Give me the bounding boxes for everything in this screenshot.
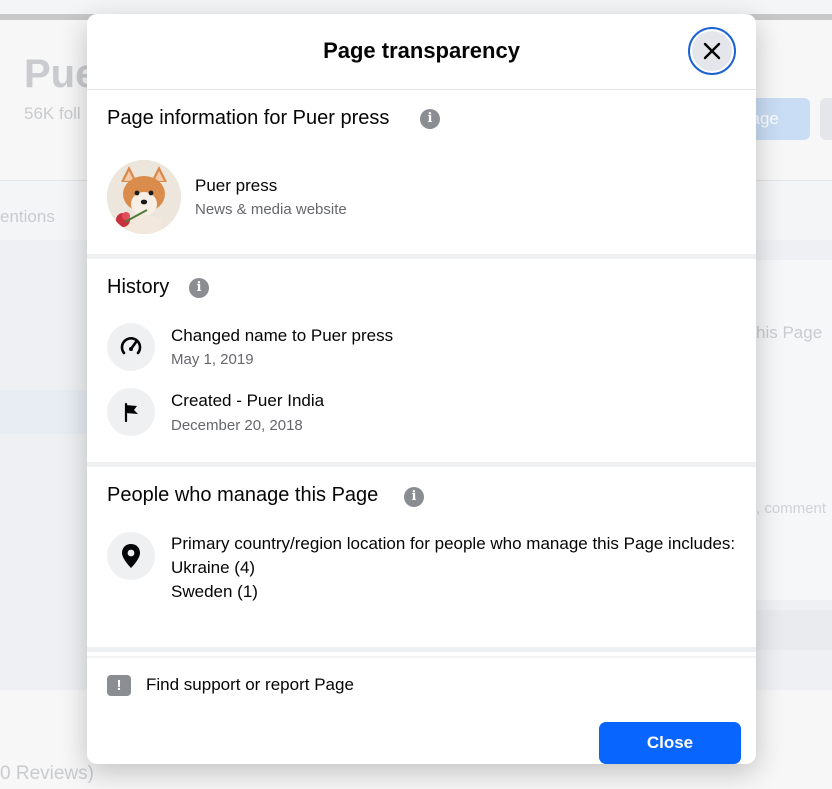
page-category: News & media website (195, 201, 347, 218)
history-item-icon-wrap (107, 323, 155, 371)
background-followers: 56K foll (24, 104, 81, 123)
section-divider (87, 656, 756, 658)
info-icon[interactable]: i (189, 278, 209, 298)
section-divider (87, 647, 756, 652)
dialog-header: Page transparency (87, 14, 756, 90)
section-divider (87, 462, 756, 467)
find-support-link[interactable]: Find support or report Page (146, 675, 354, 695)
location-pin-icon (122, 544, 140, 568)
background-reviews-text: 0 Reviews) (0, 763, 94, 784)
history-item-date: May 1, 2019 (171, 351, 254, 368)
section-divider (87, 254, 756, 259)
country-item: Sweden (1) (171, 582, 258, 601)
dialog-title: Page transparency (323, 38, 520, 63)
close-icon (703, 42, 721, 60)
history-item-icon-wrap (107, 388, 155, 436)
page-info-title: Page information for Puer press (107, 107, 390, 129)
history-item-title: Changed name to Puer press (171, 326, 394, 345)
background-this-page-text: his Page (756, 323, 823, 342)
background-right-card (756, 260, 832, 600)
people-title: People who manage this Page (107, 484, 379, 506)
people-description: Primary country/region location for peop… (171, 534, 736, 553)
page-name: Puer press (195, 176, 278, 195)
background-mentions-tab: entions (0, 207, 55, 226)
avatar (107, 160, 181, 234)
background-left-card (0, 390, 90, 434)
speedometer-icon (120, 337, 142, 355)
history-item-title: Created - Puer India (171, 391, 325, 410)
page-transparency-dialog: Page transparency Page information for P… (87, 14, 756, 764)
dog-avatar-image (107, 160, 181, 234)
history-item-date: December 20, 2018 (171, 417, 303, 434)
background-comment-text: , comment (756, 500, 827, 517)
flag-icon (124, 402, 138, 423)
info-icon[interactable]: i (404, 487, 424, 507)
history-title: History (107, 276, 170, 298)
warning-icon: ! (107, 675, 131, 696)
location-icon-wrap (107, 532, 155, 580)
country-item: Ukraine (4) (171, 558, 256, 577)
close-dialog-button[interactable] (688, 27, 736, 75)
info-icon[interactable]: i (420, 109, 440, 129)
close-button[interactable]: Close (599, 722, 741, 764)
background-right-card-lower (756, 610, 832, 650)
background-more-button (820, 98, 832, 140)
people-location-text: Primary country/region location for peop… (171, 532, 741, 604)
